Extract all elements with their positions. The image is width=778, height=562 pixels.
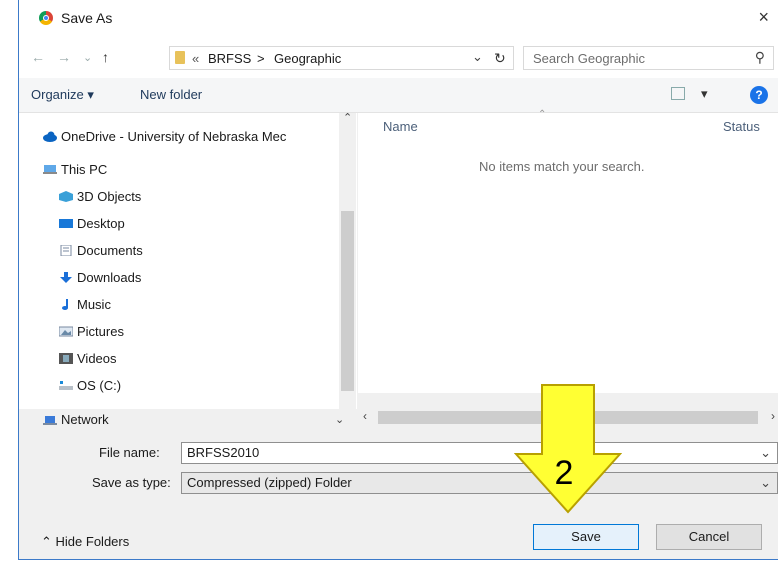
recent-dropdown-icon[interactable]: ⌄ <box>83 51 92 64</box>
empty-message: No items match your search. <box>479 159 645 174</box>
hide-folders-button[interactable]: ⌃ Hide Folders <box>41 534 129 550</box>
nav-label: Videos <box>77 351 117 366</box>
film-icon <box>59 353 73 364</box>
file-name-value: BRFSS2010 <box>187 445 260 460</box>
document-icon <box>60 245 72 256</box>
computer-icon <box>43 165 57 174</box>
picture-icon <box>59 326 73 337</box>
nav-label: Documents <box>77 243 143 258</box>
save-button[interactable]: Save <box>533 524 639 550</box>
nav-scroll-thumb[interactable] <box>341 211 354 391</box>
forward-arrow-icon[interactable]: → <box>57 49 71 65</box>
search-input[interactable]: Search Geographic ⚲ <box>523 46 774 70</box>
file-list: Name ⌃ Status No items match your search… <box>358 109 778 393</box>
chevron-down-icon[interactable]: ⌄ <box>760 475 771 491</box>
scroll-up-icon[interactable]: ⌃ <box>343 111 352 124</box>
help-icon[interactable]: ? <box>750 86 768 104</box>
scroll-down-icon[interactable]: ⌄ <box>335 410 344 430</box>
breadcrumb-brfss[interactable]: BRFSS <box>208 51 251 66</box>
breadcrumb-separator: > <box>257 51 265 66</box>
navigation-pane: OneDrive - University of Nebraska Mec Th… <box>19 113 357 409</box>
drive-icon <box>59 381 73 390</box>
title-bar: Save As × <box>19 0 778 38</box>
back-arrow-icon[interactable]: ← <box>31 49 45 65</box>
chevron-down-icon[interactable]: ⌄ <box>472 49 483 65</box>
network-icon <box>43 416 57 425</box>
nav-label: Music <box>77 297 111 312</box>
chevron-up-icon: ⌃ <box>41 534 52 549</box>
refresh-icon[interactable]: ↻ <box>494 50 506 67</box>
nav-label: Pictures <box>77 324 124 339</box>
chevron-down-icon[interactable]: ⌄ <box>760 445 771 461</box>
nav-label: 3D Objects <box>77 189 142 204</box>
dialog-title: Save As <box>61 10 113 26</box>
music-note-icon <box>62 299 68 310</box>
column-header-name[interactable]: Name <box>383 119 418 134</box>
close-icon[interactable]: × <box>758 7 769 28</box>
file-name-input[interactable]: BRFSS2010 ⌄ <box>181 442 778 464</box>
column-header-status[interactable]: Status <box>723 119 760 134</box>
address-path[interactable]: « BRFSS > Geographic ⌄ <box>169 46 514 70</box>
view-dropdown-icon[interactable]: ▾ <box>701 86 708 102</box>
chrome-icon <box>39 11 53 25</box>
hide-folders-label: Hide Folders <box>55 534 130 549</box>
search-placeholder: Search Geographic <box>533 51 646 66</box>
nav-label: Network <box>61 412 109 427</box>
save-type-value: Compressed (zipped) Folder <box>187 475 352 490</box>
organize-menu[interactable]: Organize ▾ <box>31 87 94 103</box>
scroll-left-icon[interactable]: ‹ <box>363 409 367 423</box>
toolbar: Organize ▾ New folder ▾ ? <box>19 78 778 113</box>
breadcrumb-geographic[interactable]: Geographic <box>274 51 341 66</box>
step-number: 2 <box>555 454 574 492</box>
cloud-icon <box>43 131 57 142</box>
download-arrow-icon <box>60 272 72 283</box>
nav-scrollbar[interactable]: ⌃ <box>339 111 356 409</box>
sort-up-icon: ⌃ <box>538 109 547 120</box>
scroll-right-icon[interactable]: › <box>771 409 775 423</box>
nav-label: Desktop <box>77 216 125 231</box>
save-type-select[interactable]: Compressed (zipped) Folder ⌄ <box>181 472 778 494</box>
file-name-label: File name: <box>99 445 160 460</box>
nav-label: This PC <box>61 162 108 177</box>
nav-label: Downloads <box>77 270 142 285</box>
save-type-label: Save as type: <box>92 475 171 490</box>
view-options-icon[interactable] <box>671 87 685 100</box>
desktop-icon <box>59 219 73 228</box>
step-annotation-arrow: 2 <box>514 384 622 514</box>
nav-label: OS (C:) <box>77 378 122 393</box>
new-folder-button[interactable]: New folder <box>140 87 202 102</box>
cancel-button[interactable]: Cancel <box>656 524 762 550</box>
search-icon: ⚲ <box>754 49 765 65</box>
folder-icon <box>175 51 185 64</box>
cube-icon <box>59 191 73 202</box>
address-bar: ← → ⌄ ↑ « BRFSS > Geographic ⌄ ↻ Search … <box>19 38 778 78</box>
save-as-dialog: Save As × ← → ⌄ ↑ « BRFSS > Geographic ⌄… <box>18 0 778 560</box>
nav-label: OneDrive - University of Nebraska Mec <box>61 129 287 144</box>
up-arrow-icon[interactable]: ↑ <box>102 49 109 65</box>
breadcrumb-overflow[interactable]: « <box>192 51 199 66</box>
